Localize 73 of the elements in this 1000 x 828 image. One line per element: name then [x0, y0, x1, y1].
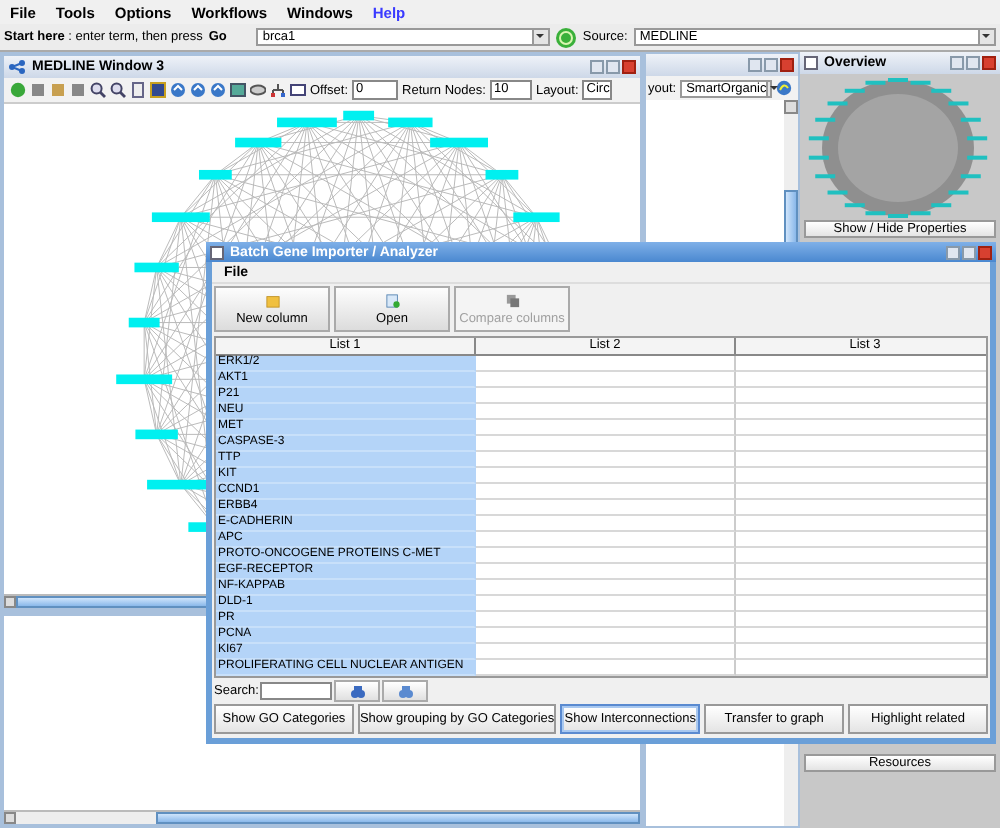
maximize-button[interactable] — [606, 60, 620, 74]
globe-icon[interactable] — [210, 82, 226, 98]
window-icon — [210, 245, 224, 259]
table-cell[interactable] — [476, 420, 736, 436]
table-cell[interactable] — [476, 644, 736, 660]
graph-node[interactable] — [388, 117, 433, 128]
table-cell[interactable] — [476, 372, 736, 388]
graph-node[interactable] — [485, 169, 519, 180]
minimize-button[interactable] — [946, 245, 960, 259]
table-cell[interactable] — [476, 660, 736, 676]
table-cell[interactable] — [476, 564, 736, 580]
window-icon[interactable] — [290, 82, 306, 98]
table-cell[interactable] — [476, 404, 736, 420]
refresh-icon[interactable] — [776, 80, 793, 96]
table-cell[interactable] — [476, 484, 736, 500]
graph-node[interactable] — [134, 262, 179, 273]
zoom-out-icon[interactable] — [110, 82, 126, 98]
graph-node[interactable] — [128, 317, 160, 328]
table-cell[interactable] — [476, 468, 736, 484]
eye-icon[interactable] — [250, 82, 266, 98]
window-icon — [804, 56, 818, 70]
table-cell[interactable] — [476, 612, 736, 628]
graph-node[interactable] — [513, 212, 560, 223]
minimize-button[interactable] — [748, 58, 762, 72]
table-cell[interactable] — [476, 388, 736, 404]
close-button[interactable] — [780, 58, 794, 72]
table-cell[interactable] — [476, 628, 736, 644]
close-button[interactable] — [622, 60, 636, 74]
close-button[interactable] — [982, 56, 996, 70]
page-icon[interactable] — [130, 82, 146, 98]
minimize-button[interactable] — [950, 56, 964, 70]
document-add-icon — [385, 293, 399, 307]
table-cell[interactable] — [476, 548, 736, 564]
table-cell[interactable] — [476, 500, 736, 516]
zoom-in-icon[interactable] — [90, 82, 106, 98]
minimize-button[interactable] — [590, 60, 604, 74]
horizontal-scrollbar[interactable] — [4, 810, 640, 824]
refresh-icon[interactable] — [170, 82, 186, 98]
find-next-button[interactable] — [382, 680, 429, 702]
copy-icon[interactable] — [30, 82, 46, 98]
search-field[interactable] — [260, 682, 333, 700]
maximize-button[interactable] — [764, 58, 778, 72]
graph-node[interactable] — [343, 110, 375, 121]
map-icon[interactable] — [150, 82, 166, 98]
table-cell[interactable] — [476, 356, 736, 372]
graph-node[interactable] — [199, 169, 232, 180]
folder-icon — [265, 293, 279, 307]
add-icon[interactable] — [10, 82, 26, 98]
table-cell[interactable] — [476, 580, 736, 596]
graph-node[interactable] — [235, 137, 282, 148]
table-cell[interactable] — [476, 452, 736, 468]
refresh-icon[interactable] — [190, 82, 206, 98]
table-cell[interactable] — [476, 516, 736, 532]
picture-icon[interactable] — [230, 82, 246, 98]
graph-node[interactable] — [277, 117, 337, 128]
maximize-button[interactable] — [966, 56, 980, 70]
maximize-button[interactable] — [962, 245, 976, 259]
pages-icon — [505, 293, 519, 307]
find-button[interactable] — [334, 680, 381, 702]
table-cell[interactable] — [476, 532, 736, 548]
paste-icon[interactable] — [50, 82, 66, 98]
go-button[interactable] — [556, 27, 577, 47]
graph-node[interactable] — [135, 429, 178, 440]
binoculars-icon — [349, 683, 366, 699]
network-icon — [8, 60, 26, 74]
graph-node[interactable] — [116, 374, 173, 385]
binoculars-icon — [397, 683, 414, 699]
table-cell[interactable] — [476, 596, 736, 612]
table-cell[interactable] — [476, 436, 736, 452]
close-button[interactable] — [978, 245, 992, 259]
network-icon[interactable] — [270, 82, 286, 98]
graph-node[interactable] — [430, 137, 488, 148]
graph-node[interactable] — [151, 212, 210, 223]
